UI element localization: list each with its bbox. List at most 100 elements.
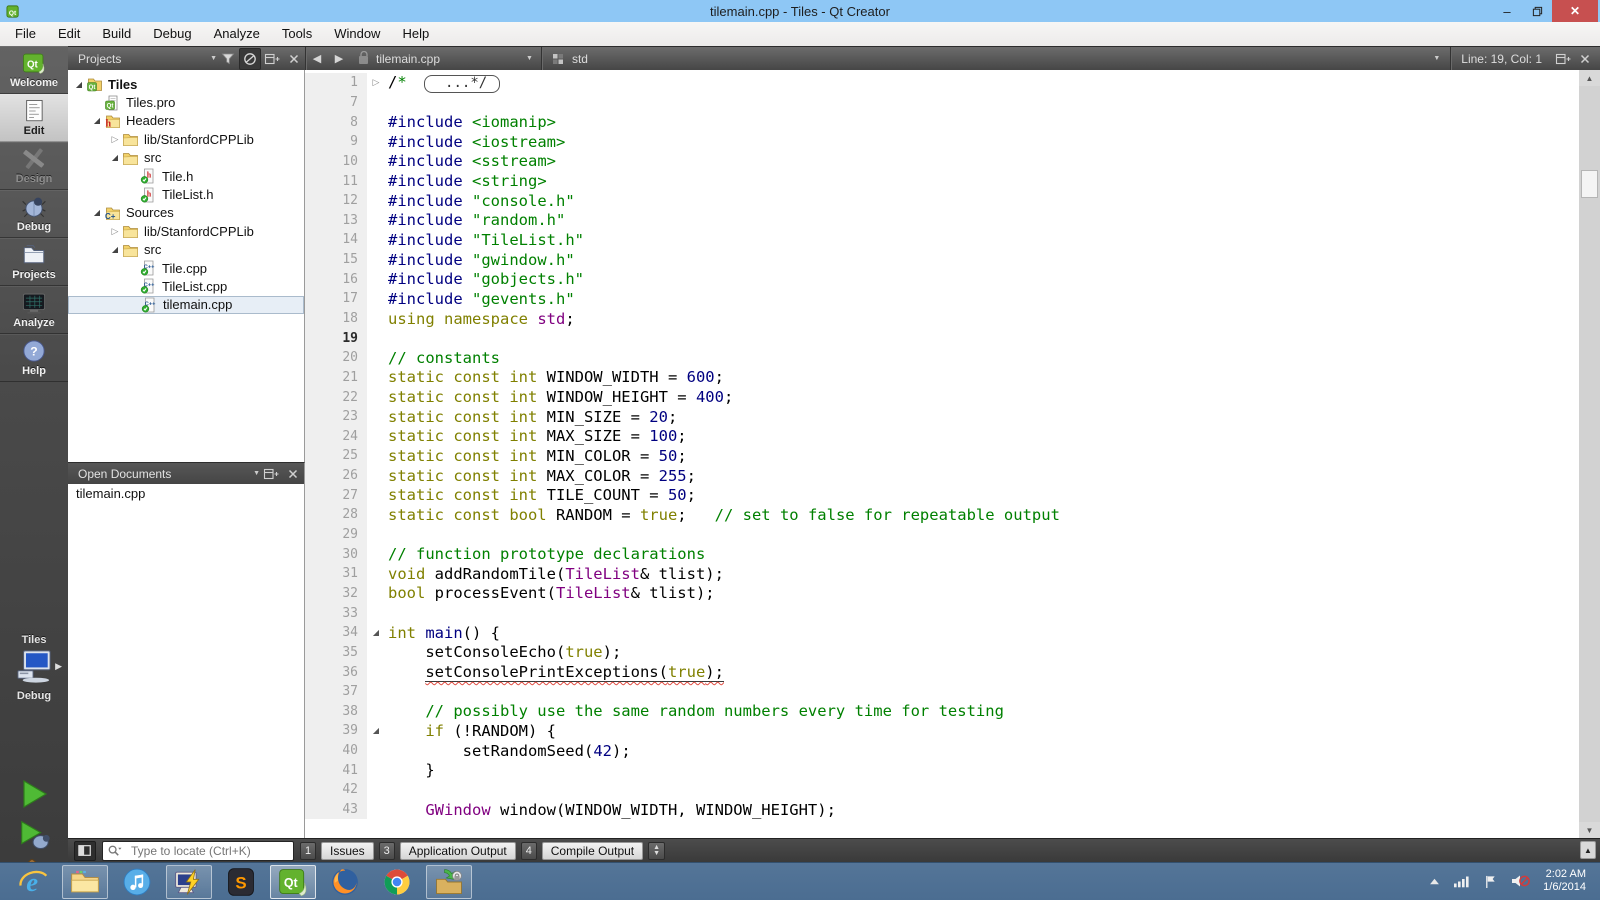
tree-item-src[interactable]: ◢src xyxy=(68,241,304,259)
code-line-38[interactable]: 38 // possibly use the same random numbe… xyxy=(305,702,1579,722)
taskbar-file-sync[interactable] xyxy=(426,865,472,899)
open-documents-chevron-icon[interactable]: ▼ xyxy=(253,470,260,477)
mode-item-welcome[interactable]: QtWelcome xyxy=(0,46,68,94)
taskbar-firefox[interactable] xyxy=(322,865,368,899)
locator-field[interactable] xyxy=(102,841,294,861)
code-line-26[interactable]: 26static const int MAX_COLOR = 255; xyxy=(305,466,1579,486)
filter-button[interactable] xyxy=(217,48,239,70)
open-document-row[interactable]: tilemain.cpp xyxy=(68,484,304,503)
close-editor-button[interactable] xyxy=(1574,48,1596,70)
tree-item-src[interactable]: ◢src xyxy=(68,149,304,167)
code-line-17[interactable]: 17#include "gevents.h" xyxy=(305,289,1579,309)
taskbar-sublime-text[interactable]: S xyxy=(218,865,264,899)
menu-item-analyze[interactable]: Analyze xyxy=(203,22,271,46)
tree-item-tiles-pro[interactable]: QtTiles.pro xyxy=(68,93,304,111)
scrollbar-up-icon[interactable]: ▲ xyxy=(1579,70,1600,86)
code-line-34[interactable]: 34◢int main() { xyxy=(305,623,1579,643)
hidden-icons-arrow-icon[interactable] xyxy=(1429,877,1440,886)
taskbar-remote-desktop[interactable] xyxy=(166,865,212,899)
tree-expander-icon[interactable]: ◢ xyxy=(90,208,104,217)
code-line-43[interactable]: 43 GWindow window(WINDOW_WIDTH, WINDOW_H… xyxy=(305,800,1579,820)
code-line-23[interactable]: 23static const int MIN_SIZE = 20; xyxy=(305,407,1579,427)
code-line-42[interactable]: 42 xyxy=(305,780,1579,800)
open-file-selector[interactable]: tilemain.cpp xyxy=(376,52,526,66)
close-open-documents-button[interactable] xyxy=(282,463,304,485)
locator-input[interactable] xyxy=(129,843,283,859)
volume-muted-icon[interactable] xyxy=(1510,873,1530,889)
code-editor[interactable]: 1▷/* ...*/78#include <iomanip>9#include … xyxy=(305,70,1600,838)
run-button[interactable] xyxy=(17,777,51,811)
menu-item-debug[interactable]: Debug xyxy=(142,22,202,46)
menu-item-tools[interactable]: Tools xyxy=(271,22,323,46)
open-documents-title[interactable]: Open Documents xyxy=(78,467,171,481)
tree-expander-icon[interactable]: ◢ xyxy=(108,245,122,254)
collapsed-comment-box[interactable]: ...*/ xyxy=(424,75,500,93)
code-line-13[interactable]: 13#include "random.h" xyxy=(305,210,1579,230)
fold-marker-icon[interactable]: ◢ xyxy=(367,628,385,637)
mode-item-design[interactable]: Design xyxy=(0,142,68,190)
taskbar-chrome[interactable] xyxy=(374,865,420,899)
fold-marker-icon[interactable]: ▷ xyxy=(367,77,385,88)
mode-item-help[interactable]: ?Help xyxy=(0,334,68,382)
code-line-1[interactable]: 1▷/* ...*/ xyxy=(305,73,1579,93)
code-line-11[interactable]: 11#include <string> xyxy=(305,171,1579,191)
run-debug-button[interactable] xyxy=(17,818,51,852)
code-line-8[interactable]: 8#include <iomanip> xyxy=(305,112,1579,132)
tree-expander-icon[interactable]: ▷ xyxy=(108,134,122,145)
close-panel-button[interactable] xyxy=(283,48,305,70)
toggle-sidebar-button[interactable] xyxy=(74,841,96,861)
output-pane-number-3[interactable]: 3 xyxy=(379,842,395,860)
menu-item-file[interactable]: File xyxy=(4,22,47,46)
code-line-35[interactable]: 35 setConsoleEcho(true); xyxy=(305,643,1579,663)
code-line-18[interactable]: 18using namespace std; xyxy=(305,309,1579,329)
tree-item-tile-cpp[interactable]: C++Tile.cpp xyxy=(68,259,304,277)
taskbar-qt-creator[interactable]: Qt xyxy=(270,865,316,899)
editor-scrollbar[interactable]: ▲ ▼ xyxy=(1579,70,1600,838)
restore-button[interactable] xyxy=(1522,0,1552,22)
code-line-41[interactable]: 41 } xyxy=(305,760,1579,780)
taskbar-itunes[interactable] xyxy=(114,865,160,899)
close-button[interactable]: ✕ xyxy=(1552,0,1598,22)
mode-item-analyze[interactable]: Analyze xyxy=(0,286,68,334)
minimize-button[interactable]: – xyxy=(1492,0,1522,22)
taskbar-file-explorer[interactable] xyxy=(62,865,108,899)
editor-menu-chevron-icon[interactable]: ▼ xyxy=(1433,55,1440,62)
code-line-27[interactable]: 27static const int TILE_COUNT = 50; xyxy=(305,485,1579,505)
tree-expander-icon[interactable]: ◢ xyxy=(90,116,104,125)
mode-item-projects[interactable]: Projects xyxy=(0,238,68,286)
tree-item-lib-stanfordcpplib[interactable]: ▷lib/StanfordCPPLib xyxy=(68,130,304,148)
tree-item-headers[interactable]: ◢hHeaders xyxy=(68,112,304,130)
split-editor-button[interactable] xyxy=(1552,48,1574,70)
code-line-28[interactable]: 28static const bool RANDOM = true; // se… xyxy=(305,505,1579,525)
kit-popup-arrow-icon[interactable]: ▶ xyxy=(55,661,62,672)
code-line-10[interactable]: 10#include <sstream> xyxy=(305,152,1579,172)
file-selector-chevron-icon[interactable]: ▼ xyxy=(526,55,533,62)
code-line-40[interactable]: 40 setRandomSeed(42); xyxy=(305,741,1579,761)
build-target-selector[interactable]: Tiles ▶ Debug xyxy=(0,634,68,702)
scrollbar-down-icon[interactable]: ▼ xyxy=(1579,822,1600,838)
tree-item-tiles[interactable]: ◢QtTiles xyxy=(68,75,304,93)
code-line-19[interactable]: 19 xyxy=(305,328,1579,348)
taskbar-internet-explorer[interactable]: e xyxy=(10,865,56,899)
code-line-12[interactable]: 12#include "console.h" xyxy=(305,191,1579,211)
output-pane-compile-output[interactable]: Compile Output xyxy=(542,842,643,860)
code-line-33[interactable]: 33 xyxy=(305,603,1579,623)
split-panel-button[interactable] xyxy=(261,48,283,70)
expand-output-pane-button[interactable]: ▲ xyxy=(1580,841,1596,859)
code-line-22[interactable]: 22static const int WINDOW_HEIGHT = 400; xyxy=(305,387,1579,407)
action-center-flag-icon[interactable] xyxy=(1484,874,1497,889)
clock[interactable]: 2:02 AM 1/6/2014 xyxy=(1543,868,1586,894)
symbol-selector[interactable]: std xyxy=(572,52,588,66)
nav-back-button[interactable]: ◀ xyxy=(306,48,328,70)
output-pane-number-4[interactable]: 4 xyxy=(521,842,537,860)
code-line-16[interactable]: 16#include "gobjects.h" xyxy=(305,269,1579,289)
code-line-37[interactable]: 37 xyxy=(305,682,1579,702)
tree-item-tilemain-cpp[interactable]: C++tilemain.cpp xyxy=(68,296,304,314)
output-pane-issues[interactable]: Issues xyxy=(321,842,374,860)
code-line-25[interactable]: 25static const int MIN_COLOR = 50; xyxy=(305,446,1579,466)
fold-marker-icon[interactable]: ◢ xyxy=(367,726,385,735)
output-pane-application-output[interactable]: Application Output xyxy=(400,842,516,860)
code-line-15[interactable]: 15#include "gwindow.h" xyxy=(305,250,1579,270)
tree-expander-icon[interactable]: ◢ xyxy=(72,80,86,89)
tree-expander-icon[interactable]: ▷ xyxy=(108,226,122,237)
